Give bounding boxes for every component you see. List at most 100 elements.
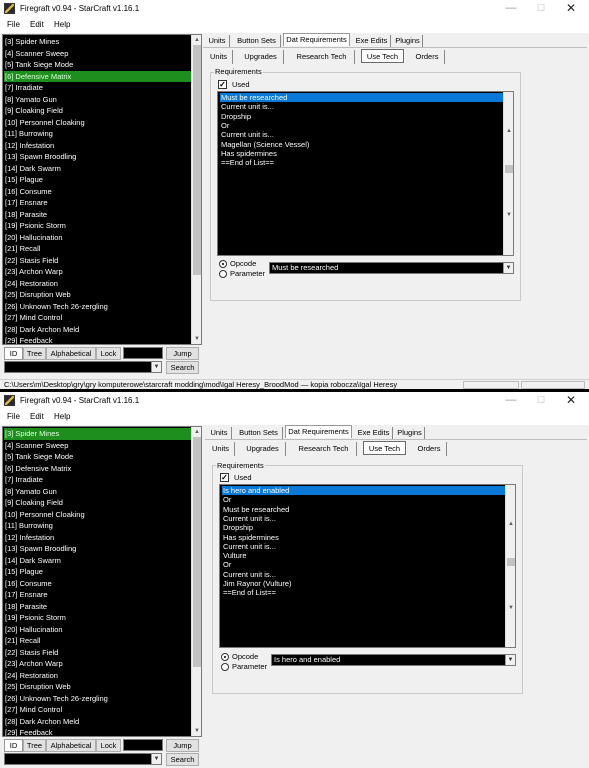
jump-button[interactable]: Jump bbox=[166, 347, 199, 360]
list-mode-tree-button[interactable]: Tree bbox=[23, 347, 46, 360]
tech-list-item[interactable]: [25] Disruption Web bbox=[4, 289, 192, 301]
tech-list-item[interactable]: [7] Irradiate bbox=[4, 82, 192, 94]
subtab-orders[interactable]: Orders bbox=[410, 50, 445, 64]
tech-list-item[interactable]: [6] Defensive Matrix bbox=[4, 70, 192, 82]
subtab-use-tech[interactable]: Use Tech bbox=[363, 441, 406, 455]
requirements-list[interactable]: Is hero and enabled Or Must be researched C… bbox=[219, 484, 516, 648]
tech-list-item[interactable]: [26] Unknown Tech 26-zergling bbox=[4, 693, 192, 705]
tech-list-item[interactable]: [11] Burrowing bbox=[4, 520, 192, 532]
chevron-down-icon[interactable]: ▼ bbox=[151, 754, 161, 764]
requirement-item[interactable]: Current unit is... bbox=[220, 102, 503, 111]
opcode-select[interactable]: Must be researched ▼ bbox=[269, 262, 514, 274]
tech-list-item[interactable]: [15] Plague bbox=[4, 566, 192, 578]
tech-list-item[interactable]: [9] Cloaking Field bbox=[4, 497, 192, 509]
tech-list-item[interactable]: [18] Parasite bbox=[4, 209, 192, 221]
list-mode-alphabetical-button[interactable]: Alphabetical bbox=[46, 739, 96, 752]
title-bar[interactable]: Firegraft v0.94 - StarCraft v1.16.1 — ☐ … bbox=[0, 392, 589, 410]
tech-list-item[interactable]: [22] Stasis Field bbox=[4, 255, 192, 267]
tech-list-item[interactable]: [27] Mind Control bbox=[4, 704, 192, 716]
menu-help[interactable]: Help bbox=[54, 20, 70, 29]
tech-list-item[interactable]: [11] Burrowing bbox=[4, 128, 192, 140]
tech-list-item[interactable]: [6] Defensive Matrix bbox=[4, 463, 192, 475]
menu-edit[interactable]: Edit bbox=[30, 412, 44, 421]
tech-list-item[interactable]: [18] Parasite bbox=[4, 601, 192, 613]
tech-list-item[interactable]: [28] Dark Archon Meld bbox=[4, 716, 192, 728]
tech-list-item[interactable]: [3] Spider Mines bbox=[4, 428, 192, 440]
subtab-upgrades[interactable]: Upgrades bbox=[240, 442, 286, 456]
search-input[interactable]: ▼ bbox=[4, 361, 162, 373]
scroll-up-icon[interactable]: ▲ bbox=[192, 427, 201, 437]
requirement-item[interactable]: Jim Raynor (Vulture) bbox=[222, 579, 505, 588]
tech-list-item[interactable]: [7] Irradiate bbox=[4, 474, 192, 486]
subtab-use-tech[interactable]: Use Tech bbox=[361, 49, 404, 63]
search-input[interactable]: ▼ bbox=[4, 753, 162, 765]
scroll-up-icon[interactable]: ▲ bbox=[506, 519, 515, 529]
tech-list-item[interactable]: [29] Feedback bbox=[4, 335, 192, 344]
scroll-down-icon[interactable]: ▼ bbox=[506, 603, 515, 613]
menu-file[interactable]: File bbox=[7, 412, 20, 421]
tab-dat-requirements[interactable]: Dat Requirements bbox=[283, 33, 350, 46]
jump-input[interactable] bbox=[123, 347, 163, 359]
tech-list-item[interactable]: [23] Archon Warp bbox=[4, 266, 192, 278]
subtab-research-tech[interactable]: Research Tech bbox=[289, 50, 355, 64]
tech-list-scrollbar[interactable]: ▲ ▼ bbox=[191, 427, 201, 736]
requirement-item[interactable]: Current unit is... bbox=[220, 130, 503, 139]
lock-button[interactable]: Lock bbox=[96, 739, 121, 752]
tech-list-item[interactable]: [5] Tank Siege Mode bbox=[4, 451, 192, 463]
requirement-item[interactable]: Magellan (Science Vessel) bbox=[220, 140, 503, 149]
subtab-research-tech[interactable]: Research Tech bbox=[291, 442, 357, 456]
subtab-orders[interactable]: Orders bbox=[412, 442, 447, 456]
close-icon[interactable]: ✕ bbox=[556, 0, 586, 18]
chevron-down-icon[interactable]: ▼ bbox=[151, 362, 161, 372]
tech-list-item[interactable]: [14] Dark Swarm bbox=[4, 555, 192, 567]
requirement-item[interactable]: Current unit is... bbox=[222, 542, 505, 551]
tech-list-item[interactable]: [26] Unknown Tech 26-zergling bbox=[4, 301, 192, 313]
requirement-item[interactable]: Current unit is... bbox=[222, 514, 505, 523]
chevron-down-icon[interactable]: ▼ bbox=[503, 263, 513, 273]
requirement-item[interactable]: Vulture bbox=[222, 551, 505, 560]
parameter-radio[interactable] bbox=[219, 270, 227, 278]
tech-list-item[interactable]: [3] Spider Mines bbox=[4, 36, 192, 48]
tech-list-item[interactable]: [4] Scanner Sweep bbox=[4, 48, 192, 60]
opcode-radio[interactable] bbox=[219, 260, 227, 268]
tech-list-item[interactable]: [13] Spawn Broodling bbox=[4, 543, 192, 555]
requirement-item[interactable]: Current unit is... bbox=[222, 570, 505, 579]
requirement-item[interactable]: Dropship bbox=[220, 112, 503, 121]
tech-list[interactable]: [3] Spider Mines [4] Scanner Sweep [5] Tan… bbox=[2, 34, 202, 345]
used-checkbox[interactable]: ✓ bbox=[220, 473, 229, 482]
tech-list-item[interactable]: [19] Psionic Storm bbox=[4, 220, 192, 232]
close-icon[interactable]: ✕ bbox=[556, 392, 586, 410]
tech-list-item[interactable]: [16] Consume bbox=[4, 578, 192, 590]
scroll-down-icon[interactable]: ▼ bbox=[192, 726, 201, 736]
requirements-scrollbar[interactable]: ▲ ▼ bbox=[503, 92, 513, 255]
tech-list-item[interactable]: [12] Infestation bbox=[4, 532, 192, 544]
tech-list-item[interactable]: [8] Yamato Gun bbox=[4, 486, 192, 498]
scroll-thumb[interactable] bbox=[507, 558, 515, 566]
tech-list-item[interactable]: [25] Disruption Web bbox=[4, 681, 192, 693]
opcode-select[interactable]: Is hero and enabled ▼ bbox=[271, 654, 516, 666]
search-button[interactable]: Search bbox=[166, 361, 199, 374]
requirement-item[interactable]: Must be researched bbox=[222, 505, 505, 514]
search-button[interactable]: Search bbox=[166, 753, 199, 766]
requirement-item[interactable]: Has spidermines bbox=[222, 533, 505, 542]
tech-list-item[interactable]: [21] Recall bbox=[4, 635, 192, 647]
scroll-down-icon[interactable]: ▼ bbox=[192, 334, 201, 344]
requirement-item[interactable]: Is hero and enabled bbox=[222, 486, 505, 496]
tech-list-item[interactable]: [17] Ensnare bbox=[4, 197, 192, 209]
tech-list-item[interactable]: [21] Recall bbox=[4, 243, 192, 255]
subtab-upgrades[interactable]: Upgrades bbox=[238, 50, 284, 64]
tech-list-item[interactable]: [8] Yamato Gun bbox=[4, 94, 192, 106]
requirement-item[interactable]: Or bbox=[222, 560, 505, 569]
scroll-down-icon[interactable]: ▼ bbox=[504, 210, 513, 220]
tech-list-item[interactable]: [12] Infestation bbox=[4, 140, 192, 152]
tech-list-scrollbar[interactable]: ▲ ▼ bbox=[191, 35, 201, 344]
tech-list-item[interactable]: [19] Psionic Storm bbox=[4, 612, 192, 624]
requirement-item[interactable]: ==End of List== bbox=[220, 158, 503, 167]
jump-button[interactable]: Jump bbox=[166, 739, 199, 752]
list-mode-tree-button[interactable]: Tree bbox=[23, 739, 46, 752]
scroll-up-icon[interactable]: ▲ bbox=[504, 126, 513, 136]
maximize-icon[interactable]: ☐ bbox=[526, 0, 556, 18]
tech-list-item[interactable]: [4] Scanner Sweep bbox=[4, 440, 192, 452]
jump-input[interactable] bbox=[123, 739, 163, 751]
scroll-up-icon[interactable]: ▲ bbox=[192, 35, 201, 45]
